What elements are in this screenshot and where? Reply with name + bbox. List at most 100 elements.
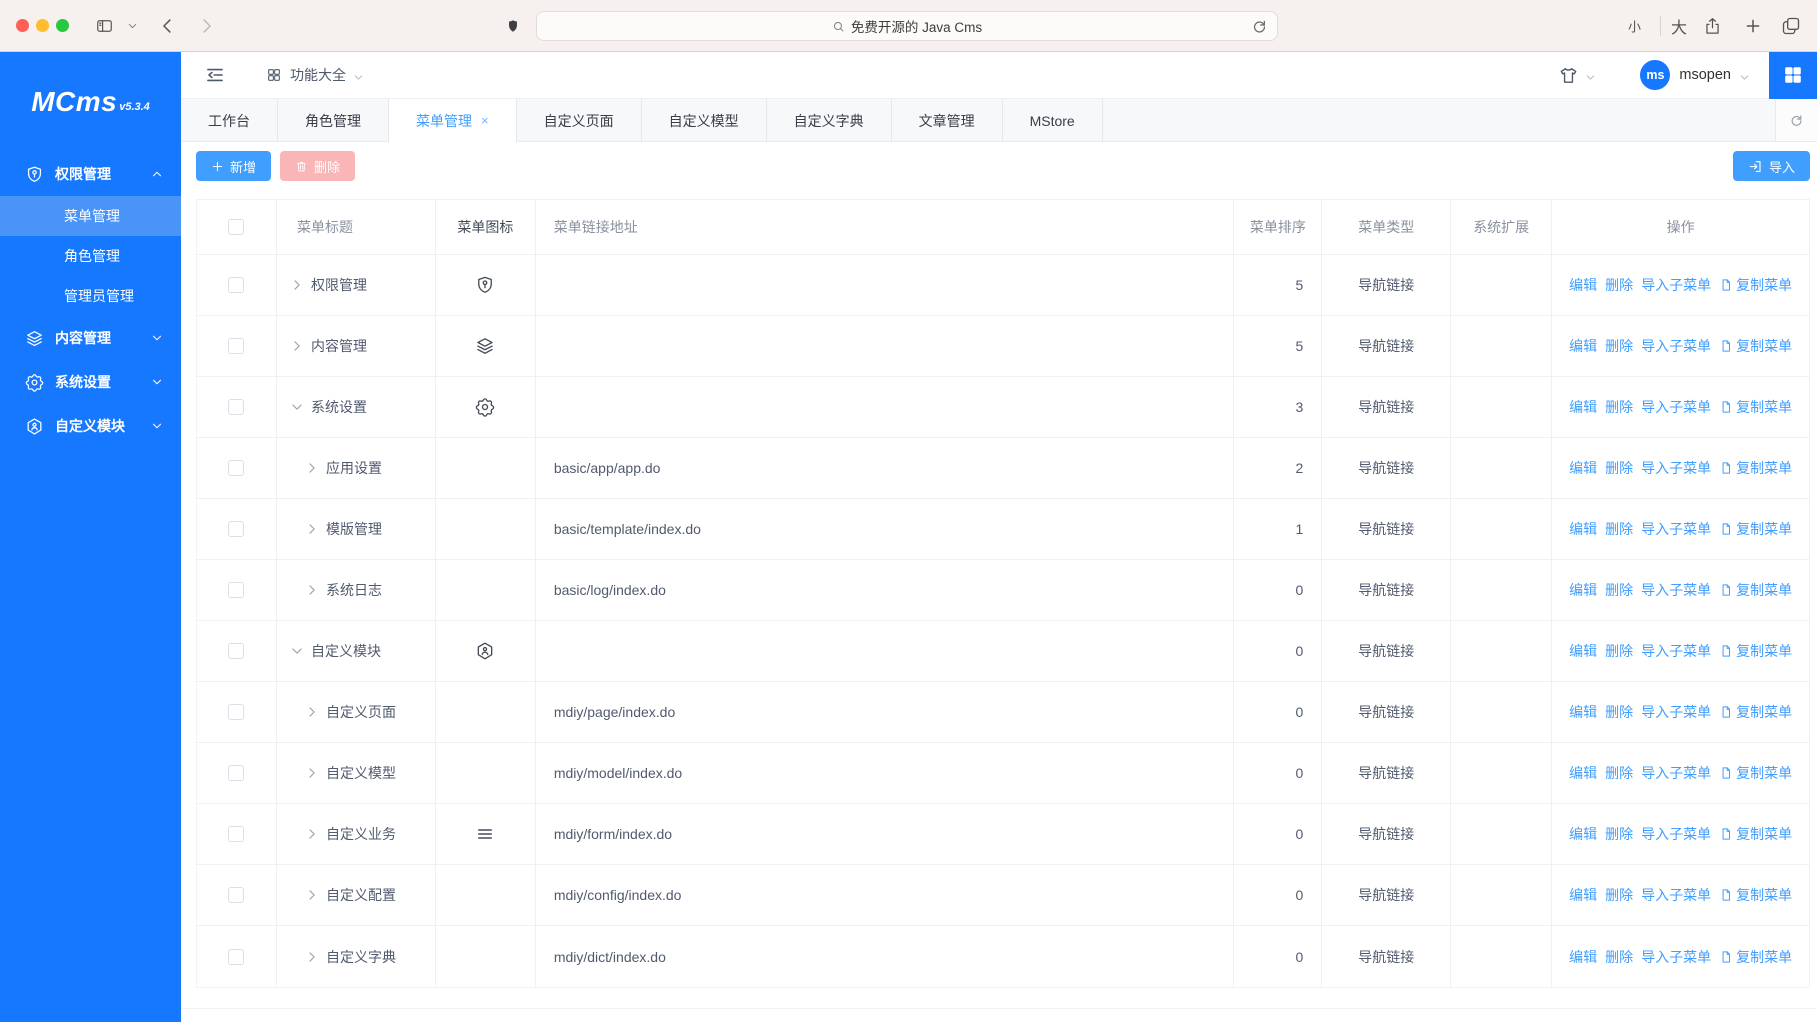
action-import-submenu-link[interactable]: 导入子菜单 bbox=[1641, 702, 1711, 722]
action-import-submenu-link[interactable]: 导入子菜单 bbox=[1641, 763, 1711, 783]
action-edit-link[interactable]: 编辑 bbox=[1569, 885, 1597, 905]
row-checkbox[interactable] bbox=[228, 887, 244, 903]
action-copy-menu-link[interactable]: 复制菜单 bbox=[1719, 824, 1792, 844]
action-import-submenu-link[interactable]: 导入子菜单 bbox=[1641, 824, 1711, 844]
browser-sidebar-icon[interactable] bbox=[94, 17, 115, 35]
action-delete-link[interactable]: 删除 bbox=[1605, 702, 1633, 722]
add-button[interactable]: 新增 bbox=[196, 151, 271, 181]
collapse-sidebar-icon[interactable] bbox=[205, 65, 225, 85]
row-checkbox[interactable] bbox=[228, 765, 244, 781]
action-copy-menu-link[interactable]: 复制菜单 bbox=[1719, 336, 1792, 356]
action-edit-link[interactable]: 编辑 bbox=[1569, 824, 1597, 844]
tab-MStore[interactable]: MStore bbox=[1003, 99, 1103, 142]
sidebar-group-0[interactable]: 权限管理 bbox=[0, 152, 181, 196]
tree-caret-icon[interactable] bbox=[304, 765, 320, 781]
tree-caret-icon[interactable] bbox=[289, 643, 305, 659]
theme-skin-button[interactable] bbox=[1558, 65, 1596, 86]
action-edit-link[interactable]: 编辑 bbox=[1569, 763, 1597, 783]
row-checkbox[interactable] bbox=[228, 338, 244, 354]
tab-overview-icon[interactable] bbox=[1781, 16, 1801, 36]
action-delete-link[interactable]: 删除 bbox=[1605, 641, 1633, 661]
action-copy-menu-link[interactable]: 复制菜单 bbox=[1719, 947, 1792, 967]
action-import-submenu-link[interactable]: 导入子菜单 bbox=[1641, 641, 1711, 661]
row-checkbox[interactable] bbox=[228, 521, 244, 537]
tree-caret-icon[interactable] bbox=[304, 521, 320, 537]
action-delete-link[interactable]: 删除 bbox=[1605, 947, 1633, 967]
action-delete-link[interactable]: 删除 bbox=[1605, 336, 1633, 356]
action-delete-link[interactable]: 删除 bbox=[1605, 458, 1633, 478]
row-checkbox[interactable] bbox=[228, 277, 244, 293]
action-edit-link[interactable]: 编辑 bbox=[1569, 397, 1597, 417]
share-icon[interactable] bbox=[1703, 15, 1722, 36]
action-import-submenu-link[interactable]: 导入子菜单 bbox=[1641, 275, 1711, 295]
action-edit-link[interactable]: 编辑 bbox=[1569, 580, 1597, 600]
action-edit-link[interactable]: 编辑 bbox=[1569, 641, 1597, 661]
sidebar-group-2[interactable]: 系统设置 bbox=[0, 360, 181, 404]
row-checkbox[interactable] bbox=[228, 582, 244, 598]
tree-caret-icon[interactable] bbox=[304, 949, 320, 965]
tree-caret-icon[interactable] bbox=[304, 582, 320, 598]
action-import-submenu-link[interactable]: 导入子菜单 bbox=[1641, 519, 1711, 539]
maximize-window-button[interactable] bbox=[56, 19, 69, 32]
tree-caret-icon[interactable] bbox=[304, 704, 320, 720]
action-delete-link[interactable]: 删除 bbox=[1605, 519, 1633, 539]
tab-自定义字典[interactable]: 自定义字典 bbox=[767, 99, 892, 142]
row-checkbox[interactable] bbox=[228, 826, 244, 842]
action-copy-menu-link[interactable]: 复制菜单 bbox=[1719, 519, 1792, 539]
row-checkbox[interactable] bbox=[228, 704, 244, 720]
action-edit-link[interactable]: 编辑 bbox=[1569, 275, 1597, 295]
action-import-submenu-link[interactable]: 导入子菜单 bbox=[1641, 885, 1711, 905]
new-tab-icon[interactable] bbox=[1744, 17, 1762, 35]
user-menu[interactable]: ms msopen bbox=[1640, 60, 1750, 90]
back-icon[interactable] bbox=[158, 16, 177, 35]
row-checkbox[interactable] bbox=[228, 399, 244, 415]
minimize-window-button[interactable] bbox=[36, 19, 49, 32]
text-smaller-button[interactable]: 小 bbox=[1628, 16, 1641, 35]
delete-button[interactable]: 删除 bbox=[280, 151, 355, 181]
action-import-submenu-link[interactable]: 导入子菜单 bbox=[1641, 336, 1711, 356]
sidebar-group-1[interactable]: 内容管理 bbox=[0, 316, 181, 360]
tab-角色管理[interactable]: 角色管理 bbox=[278, 99, 389, 142]
reload-icon[interactable] bbox=[1251, 18, 1268, 35]
action-delete-link[interactable]: 删除 bbox=[1605, 397, 1633, 417]
tab-工作台[interactable]: 工作台 bbox=[181, 99, 278, 142]
action-import-submenu-link[interactable]: 导入子菜单 bbox=[1641, 580, 1711, 600]
action-copy-menu-link[interactable]: 复制菜单 bbox=[1719, 580, 1792, 600]
close-window-button[interactable] bbox=[16, 19, 29, 32]
action-import-submenu-link[interactable]: 导入子菜单 bbox=[1641, 458, 1711, 478]
tab-文章管理[interactable]: 文章管理 bbox=[892, 99, 1003, 142]
action-import-submenu-link[interactable]: 导入子菜单 bbox=[1641, 947, 1711, 967]
select-all-checkbox[interactable] bbox=[228, 219, 244, 235]
import-button[interactable]: 导入 bbox=[1733, 151, 1810, 181]
action-delete-link[interactable]: 删除 bbox=[1605, 580, 1633, 600]
row-checkbox[interactable] bbox=[228, 949, 244, 965]
chevron-down-icon[interactable] bbox=[127, 20, 138, 31]
action-copy-menu-link[interactable]: 复制菜单 bbox=[1719, 763, 1792, 783]
forward-icon[interactable] bbox=[197, 16, 216, 35]
action-delete-link[interactable]: 删除 bbox=[1605, 763, 1633, 783]
tree-caret-icon[interactable] bbox=[289, 399, 305, 415]
action-edit-link[interactable]: 编辑 bbox=[1569, 336, 1597, 356]
tab-自定义页面[interactable]: 自定义页面 bbox=[517, 99, 642, 142]
action-delete-link[interactable]: 删除 bbox=[1605, 275, 1633, 295]
refresh-tab-button[interactable] bbox=[1775, 99, 1817, 141]
sidebar-item-菜单管理[interactable]: 菜单管理 bbox=[0, 196, 181, 236]
action-copy-menu-link[interactable]: 复制菜单 bbox=[1719, 397, 1792, 417]
feature-menu-button[interactable]: 功能大全 bbox=[266, 65, 364, 85]
action-copy-menu-link[interactable]: 复制菜单 bbox=[1719, 641, 1792, 661]
row-checkbox[interactable] bbox=[228, 643, 244, 659]
tree-caret-icon[interactable] bbox=[304, 460, 320, 476]
action-edit-link[interactable]: 编辑 bbox=[1569, 702, 1597, 722]
action-copy-menu-link[interactable]: 复制菜单 bbox=[1719, 885, 1792, 905]
action-edit-link[interactable]: 编辑 bbox=[1569, 519, 1597, 539]
address-bar[interactable]: 免费开源的 Java Cms bbox=[536, 11, 1278, 41]
action-edit-link[interactable]: 编辑 bbox=[1569, 458, 1597, 478]
tree-caret-icon[interactable] bbox=[289, 277, 305, 293]
action-copy-menu-link[interactable]: 复制菜单 bbox=[1719, 458, 1792, 478]
tree-caret-icon[interactable] bbox=[304, 826, 320, 842]
tab-菜单管理[interactable]: 菜单管理× bbox=[389, 99, 517, 142]
sidebar-group-3[interactable]: 自定义模块 bbox=[0, 404, 181, 448]
tree-caret-icon[interactable] bbox=[289, 338, 305, 354]
row-checkbox[interactable] bbox=[228, 460, 244, 476]
tree-caret-icon[interactable] bbox=[304, 887, 320, 903]
